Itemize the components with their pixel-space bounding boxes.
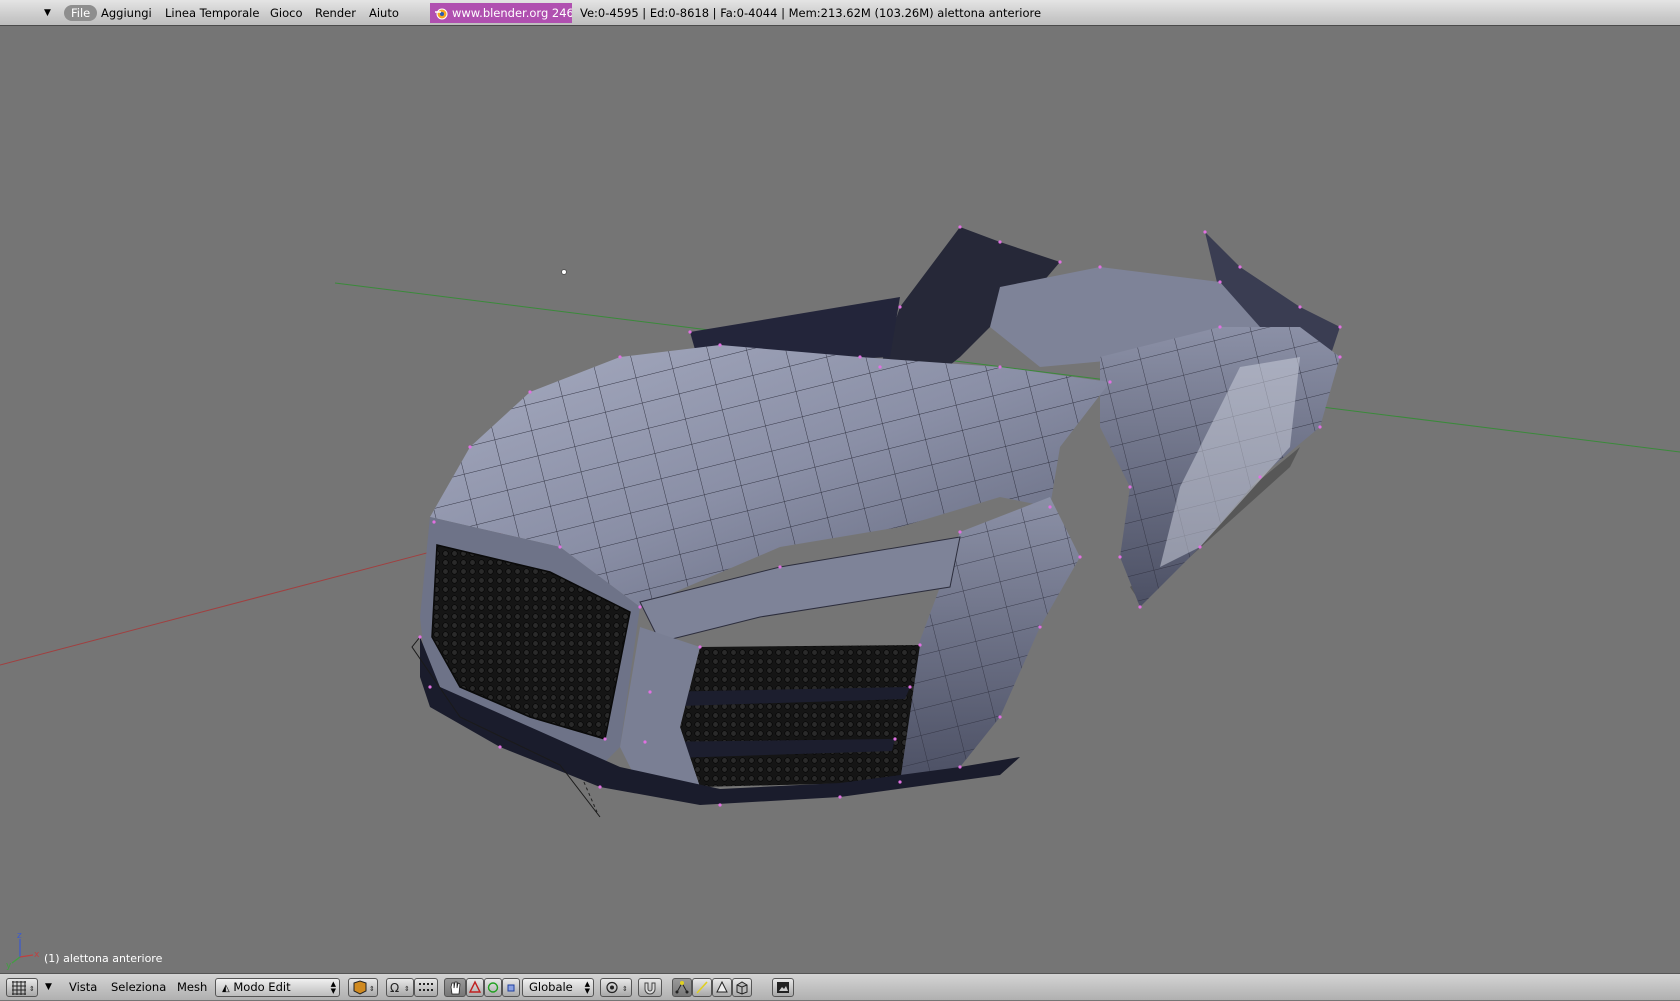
car-mesh-render[interactable]: z x y — [0, 27, 1680, 973]
orientation-value: Globale — [529, 980, 573, 994]
draw-type-button[interactable]: ⇕ — [348, 978, 378, 997]
side-intake — [680, 645, 920, 787]
viewport-header: ⇕ ▼ Vista Seleziona Mesh ◭ Modo Edit ▲ ▼ … — [0, 973, 1680, 1000]
circle-green-icon — [487, 982, 499, 993]
header-collapse-icon[interactable]: ▼ — [44, 0, 51, 26]
face-select-button[interactable] — [712, 978, 732, 997]
menu-gioco[interactable]: Gioco — [270, 0, 303, 26]
axis-gizmo: z x y — [6, 931, 40, 971]
menu-file[interactable]: File — [64, 5, 98, 21]
menu-seleziona[interactable]: Seleziona — [111, 974, 166, 1001]
proportional-icon: ⇕ — [606, 981, 628, 994]
blender-badge-label: www.blender.org 246 — [452, 6, 572, 20]
blender-version-badge[interactable]: www.blender.org 246 — [430, 3, 572, 23]
menu-render[interactable]: Render — [315, 0, 356, 26]
editor-type-button[interactable]: ⇕ — [6, 978, 38, 997]
front-fender-wire — [900, 497, 1080, 782]
proportional-edit-button[interactable]: ⇕ — [600, 978, 632, 997]
mode-dropdown[interactable]: ◭ Modo Edit ▲ ▼ — [215, 978, 340, 997]
3d-viewport[interactable]: z x y (1) alettona anteriore — [0, 27, 1680, 973]
orientation-dropdown[interactable]: Globale ▲ ▼ — [522, 978, 594, 997]
menu-vista[interactable]: Vista — [69, 974, 97, 1001]
vertex-select-button[interactable] — [672, 978, 692, 997]
svg-text:⇕: ⇕ — [622, 985, 628, 993]
edge-select-button[interactable] — [692, 978, 712, 997]
edit-mode-icon: ◭ — [222, 983, 230, 994]
axis-gizmo-z: z — [17, 931, 22, 941]
manipulator-toggle-button[interactable] — [444, 978, 466, 997]
grid-icon: ⇕ — [12, 981, 35, 995]
face-select-icon — [716, 980, 728, 993]
hand-icon — [450, 981, 461, 995]
menu-aiuto[interactable]: Aiuto — [369, 0, 399, 26]
pivot-button[interactable]: Ω ⇕ — [386, 978, 414, 997]
render-preview-button[interactable] — [772, 978, 794, 997]
top-header: ▼ File Aggiungi Linea Temporale Gioco Re… — [0, 0, 1680, 26]
header-collapse-icon[interactable]: ▼ — [45, 974, 52, 1001]
scene-stats: Ve:0-4595 | Ed:0-8618 | Fa:0-4044 | Mem:… — [580, 6, 1042, 20]
menu-mesh[interactable]: Mesh — [177, 974, 207, 1001]
dropdown-arrows-icon: ▲ ▼ — [584, 980, 590, 995]
axis-gizmo-y: y — [6, 961, 12, 971]
svg-text:⇕: ⇕ — [369, 985, 375, 993]
render-preview-icon — [777, 982, 789, 993]
mode-value: Modo Edit — [233, 980, 291, 994]
scale-manipulator-button[interactable] — [502, 978, 520, 997]
cube-icon — [736, 981, 748, 995]
edge-select-icon — [696, 981, 708, 994]
occlude-geometry-button[interactable] — [732, 978, 752, 997]
svg-text:⇕: ⇕ — [404, 985, 410, 993]
dropdown-arrows-icon: ▲ ▼ — [330, 980, 336, 995]
menu-aggiungi[interactable]: Aggiungi — [101, 0, 152, 26]
snap-button[interactable] — [638, 978, 662, 997]
layer-button[interactable] — [414, 978, 438, 997]
square-blue-icon — [507, 984, 515, 992]
active-object-label: (1) alettona anteriore — [44, 952, 163, 965]
svg-text:Ω: Ω — [390, 981, 399, 995]
rotate-manipulator-button[interactable] — [484, 978, 502, 997]
blender-logo-icon — [435, 8, 448, 20]
solid-shading-icon: ⇕ — [353, 980, 375, 995]
triangle-red-icon — [468, 980, 482, 993]
translate-manipulator-button[interactable] — [466, 978, 484, 997]
lamp-point[interactable] — [561, 269, 567, 275]
magnet-icon — [644, 982, 656, 995]
vertex-select-icon — [675, 981, 689, 994]
axis-gizmo-x: x — [34, 950, 40, 960]
menu-linea-temporale[interactable]: Linea Temporale — [165, 0, 259, 26]
dots-grid-icon — [419, 983, 433, 991]
pivot-icon: Ω ⇕ — [390, 981, 410, 995]
svg-text:⇕: ⇕ — [29, 985, 35, 993]
